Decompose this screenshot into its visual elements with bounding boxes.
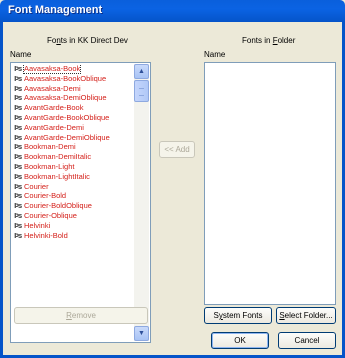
font-list-item-label: Helvinki-Bold: [24, 230, 68, 240]
font-list-item-label: Bookman-LightItalic: [24, 171, 90, 181]
font-list-item-label: AvantGarde-Book: [24, 103, 84, 113]
font-list-item-label: Aavasaksa-DemiOblique: [24, 93, 107, 103]
left-panel-heading: Fonts in KK Direct Dev: [47, 36, 128, 45]
font-list-item-label: Aavasaksa-BookOblique: [24, 73, 107, 83]
font-list-item-label: Aavasaksa-Book: [22, 64, 82, 74]
scroll-up-arrow-icon[interactable]: ▲: [134, 64, 149, 79]
font-list-item[interactable]: Þs Bookman-DemiItalic: [12, 152, 133, 162]
font-list-item[interactable]: Þs AvantGarde-Demi: [12, 123, 133, 133]
right-column-header: Name: [204, 50, 226, 59]
font-list-item[interactable]: Þs AvantGarde-BookOblique: [12, 113, 133, 123]
window-title: Font Management: [8, 4, 103, 16]
font-list-item[interactable]: Þs Courier-BoldOblique: [12, 201, 133, 211]
font-list-item[interactable]: Þs Courier: [12, 182, 133, 192]
font-list-item[interactable]: Þs Aavasaksa-DemiOblique: [12, 93, 133, 103]
font-list-item[interactable]: Þs Helvinki: [12, 221, 133, 231]
installed-fonts-list[interactable]: Þs Aavasaksa-Book Þs Aavasaksa-BookOblique Þ…: [10, 62, 151, 343]
add-button[interactable]: << Add: [159, 141, 195, 158]
font-list-item[interactable]: Þs Helvinki-Bold: [12, 231, 133, 241]
font-list-item[interactable]: Þs Aavasaksa-Book: [12, 64, 133, 74]
font-list-item[interactable]: Þs Courier-Oblique: [12, 211, 133, 221]
font-list-scrollbar[interactable]: ▲ ▼: [134, 64, 149, 341]
remove-button[interactable]: Remove: [14, 307, 148, 324]
font-list-item[interactable]: Þs Bookman-LightItalic: [12, 172, 133, 182]
font-list-item[interactable]: Þs Aavasaksa-BookOblique: [12, 74, 133, 84]
font-list-item-label: Bookman-Demi: [24, 142, 76, 152]
font-list-item[interactable]: Þs Bookman-Light: [12, 162, 133, 172]
cancel-button[interactable]: Cancel: [278, 332, 336, 349]
font-list-item-label: AvantGarde-Demi: [24, 122, 84, 132]
font-list-item-label: Courier-Oblique: [24, 210, 77, 220]
ok-button[interactable]: OK: [211, 332, 269, 349]
font-list-item-label: Courier: [24, 181, 49, 191]
font-list-item-label: Bookman-DemiItalic: [24, 152, 92, 162]
font-list-item[interactable]: Þs Courier-Bold: [12, 191, 133, 201]
font-list-item-label: Courier-Bold: [24, 191, 67, 201]
scroll-thumb[interactable]: [134, 80, 149, 102]
font-list-item[interactable]: Þs Aavasaksa-Demi: [12, 84, 133, 94]
font-list-item-label: AvantGarde-DemiOblique: [24, 132, 110, 142]
font-list-item-label: Helvinki: [24, 220, 51, 230]
scroll-down-arrow-icon[interactable]: ▼: [134, 326, 149, 341]
font-list-item[interactable]: Þs Bookman-Demi: [12, 142, 133, 152]
font-list-item[interactable]: Þs AvantGarde-Book: [12, 103, 133, 113]
font-list-item-label: Bookman-Light: [24, 161, 75, 171]
right-panel-heading: Fonts in Folder: [242, 36, 296, 45]
left-column-header: Name: [10, 50, 32, 59]
folder-fonts-list[interactable]: [204, 62, 336, 305]
title-bar[interactable]: Font Management: [0, 0, 345, 22]
font-list-item-label: Courier-BoldOblique: [24, 201, 92, 211]
font-list-rows: Þs Aavasaksa-Book Þs Aavasaksa-BookOblique Þ…: [12, 64, 133, 341]
select-folder-button[interactable]: Select Folder...: [276, 307, 336, 324]
font-list-item[interactable]: Þs AvantGarde-DemiOblique: [12, 133, 133, 143]
font-file-icon: Þs: [14, 231, 22, 240]
system-fonts-button[interactable]: System Fonts: [204, 307, 272, 324]
font-list-item-label: AvantGarde-BookOblique: [24, 112, 110, 122]
font-list-item-label: Aavasaksa-Demi: [24, 83, 81, 93]
